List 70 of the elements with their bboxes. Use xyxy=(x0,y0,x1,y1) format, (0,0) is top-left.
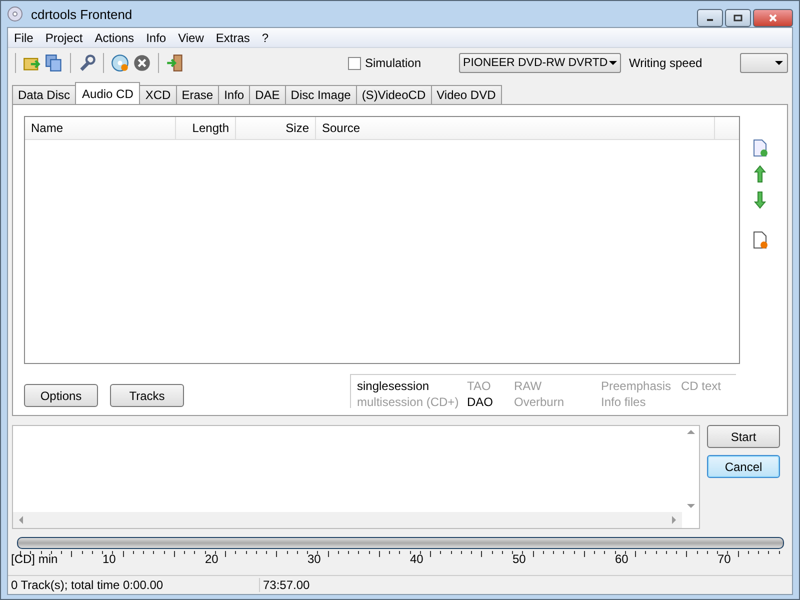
writing-speed-dropdown[interactable] xyxy=(740,53,788,73)
menu-item[interactable]: ? xyxy=(256,30,275,44)
ruler-label: 50 xyxy=(512,552,526,566)
menu-item[interactable]: File xyxy=(8,30,40,44)
menu-item[interactable]: Actions xyxy=(88,30,140,44)
scroll-up-icon[interactable] xyxy=(686,430,694,434)
close-button[interactable] xyxy=(753,9,793,27)
scroll-right-icon[interactable] xyxy=(672,516,676,524)
copy-icon[interactable] xyxy=(45,54,63,72)
ruler-label: 60 xyxy=(615,552,628,566)
option-label: multisession (CD+) xyxy=(357,394,460,410)
status-text: 0 Track(s); total time 0:00.00 xyxy=(8,578,260,592)
remove-file-icon[interactable] xyxy=(752,231,768,249)
checkbox[interactable] xyxy=(348,56,361,70)
arrow-up-icon[interactable] xyxy=(752,165,768,183)
tab[interactable]: Video DVD xyxy=(430,85,502,104)
maximize-button[interactable] xyxy=(725,9,751,27)
action-button[interactable]: Start xyxy=(707,425,780,448)
arrow-down-icon[interactable] xyxy=(752,191,768,209)
add-file-icon[interactable] xyxy=(752,139,768,157)
menu-item[interactable]: Extras xyxy=(210,30,256,44)
status-text: 73:57.00 xyxy=(262,578,310,592)
column-header[interactable]: Name xyxy=(25,117,176,139)
scroll-left-icon[interactable] xyxy=(19,516,23,524)
drive-dropdown[interactable]: PIONEER DVD-RW DVRTD xyxy=(459,53,622,73)
menu-item[interactable]: View xyxy=(172,30,210,44)
disc-burn-icon[interactable] xyxy=(111,54,129,72)
menu-item[interactable]: Project xyxy=(39,30,89,44)
option-label: TAO xyxy=(467,378,492,394)
tab[interactable]: Data Disc xyxy=(12,85,76,104)
caret-icon xyxy=(775,61,783,65)
column-header[interactable]: Length xyxy=(176,117,236,139)
ruler-label: 30 xyxy=(308,552,321,566)
option-label: Info files xyxy=(601,394,647,410)
panel-button[interactable]: Tracks xyxy=(110,384,184,407)
option-label: Preemphasis xyxy=(601,378,672,394)
tab[interactable]: Erase xyxy=(176,85,220,104)
window-title: cdrtools Frontend xyxy=(31,6,132,22)
tab[interactable]: XCD xyxy=(139,85,177,104)
option-label: RAW xyxy=(514,378,543,394)
close-icon xyxy=(768,13,778,23)
column-header[interactable]: Source xyxy=(316,117,715,139)
tab[interactable]: Info xyxy=(218,85,250,104)
exit-icon[interactable] xyxy=(166,54,184,72)
option-label: Overburn xyxy=(514,394,566,410)
simulation-checkbox[interactable]: Simulation xyxy=(348,56,422,70)
minimize-button[interactable] xyxy=(697,9,723,27)
caret-icon xyxy=(609,61,618,65)
disc-icon xyxy=(7,6,23,22)
tab[interactable]: Disc Image xyxy=(284,85,357,104)
tab[interactable]: (S)VideoCD xyxy=(356,85,432,104)
ruler-label: 10 xyxy=(102,552,116,566)
action-button[interactable]: Cancel xyxy=(707,455,780,478)
option-label: singlesession xyxy=(357,378,430,394)
option-label: CD text xyxy=(681,378,722,394)
wrench-icon[interactable] xyxy=(78,54,96,72)
ruler-label: 20 xyxy=(205,552,218,566)
ruler-label: 70 xyxy=(718,552,731,566)
menu-item[interactable]: Info xyxy=(140,30,172,44)
panel-button[interactable]: Options xyxy=(24,384,98,407)
tab[interactable]: DAE xyxy=(249,85,286,104)
scroll-down-icon[interactable] xyxy=(686,504,694,508)
option-label: DAO xyxy=(467,394,494,410)
tab[interactable]: Audio CD xyxy=(75,82,140,104)
ruler-label: [CD] min xyxy=(11,552,58,566)
writing-speed-label: Writing speed xyxy=(629,56,702,70)
maximize-icon xyxy=(733,13,743,23)
column-header[interactable]: Size xyxy=(236,117,316,139)
stop-icon[interactable] xyxy=(133,54,151,72)
ruler-label: 40 xyxy=(410,552,424,566)
